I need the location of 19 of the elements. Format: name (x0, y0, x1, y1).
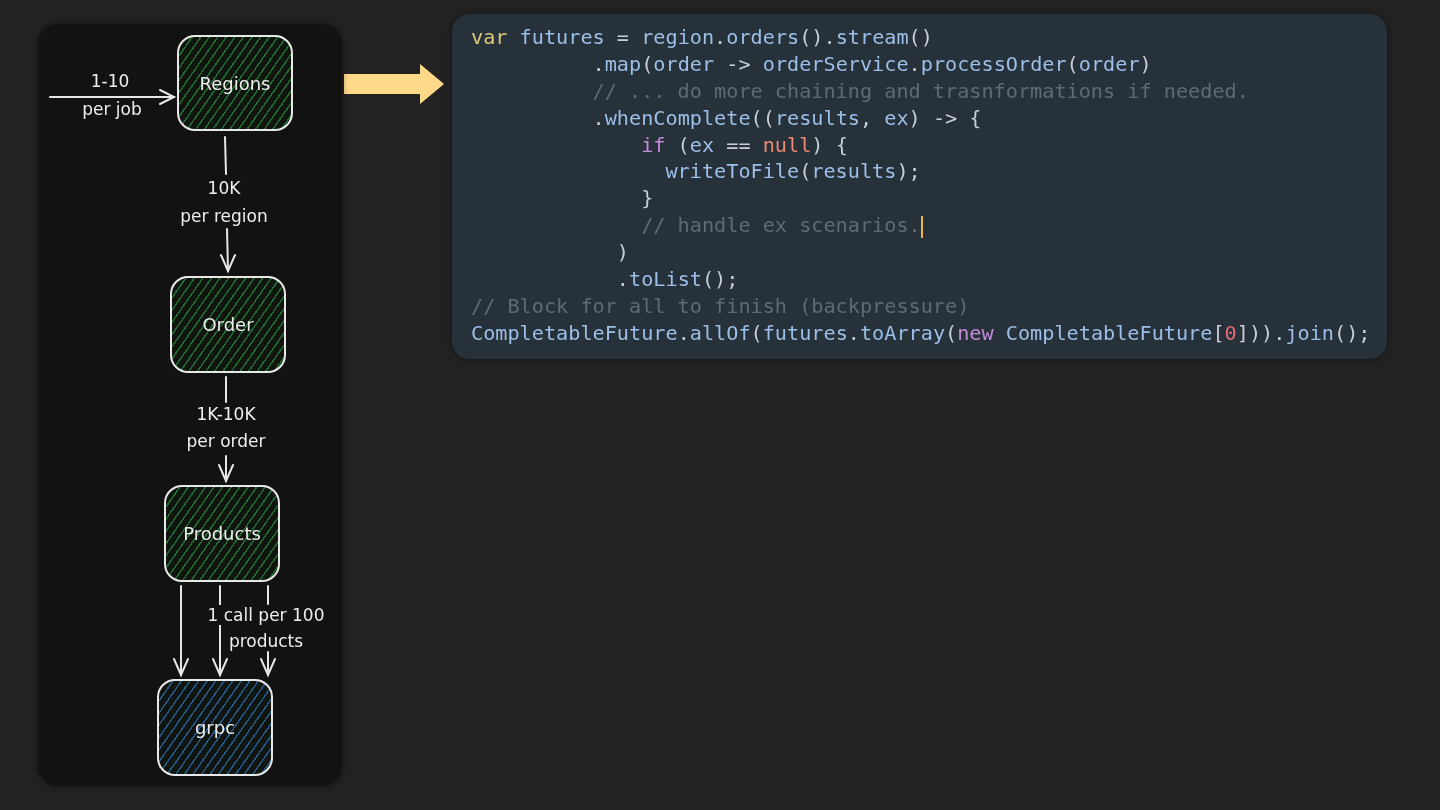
code-comment: // handle ex scenarios. (640, 212, 924, 240)
code-line: if (ex == null) { (640, 131, 849, 159)
diagram-node: Regions (177, 35, 293, 131)
diagram-node: grpc (157, 679, 273, 776)
edge-label: per region (178, 206, 270, 226)
code-line: CompletableFuture.allOf(futures.toArray(new CompletableFuture[0])).join(); (471, 319, 1372, 347)
code-line: .whenComplete((results, ex) -> { (591, 104, 983, 132)
code-line: writeToFile(results); (664, 158, 922, 186)
code-line: ) (615, 239, 630, 266)
diagram-node: Products (164, 485, 280, 582)
code-comment: // ... do more chaining and trasnformations if needed. (591, 77, 1250, 105)
code-line: } (640, 185, 655, 213)
arrow-icon (344, 64, 444, 104)
code-line: .toList(); (615, 266, 740, 293)
code-line: .map(order -> orderService.processOrder(order) (591, 50, 1153, 78)
edge-label: per job (80, 99, 144, 119)
code-line: var futures = region.orders().stream() (471, 24, 934, 51)
diagram-node: Order (170, 276, 286, 373)
code-comment: // Block for all to finish (backpressure) (471, 292, 971, 320)
